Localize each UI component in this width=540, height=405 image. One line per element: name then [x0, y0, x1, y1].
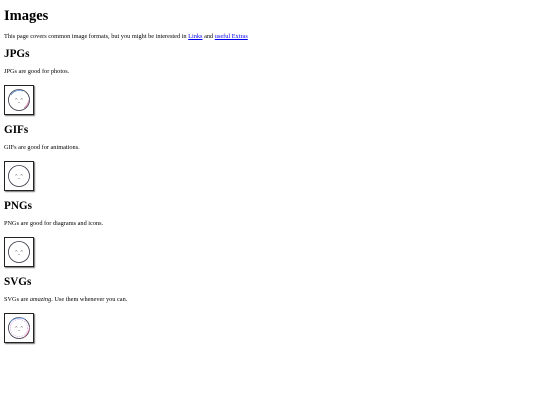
face-drawing-icon: ^_^ — [8, 89, 30, 111]
intro-conjunction: and — [202, 33, 215, 40]
svg-text:^_^: ^_^ — [15, 174, 24, 179]
section-svgs: SVGs SVGs are amazing. Use them whenever… — [4, 276, 127, 343]
section-heading: SVGs — [4, 276, 32, 288]
description-emphasis: amazing — [29, 296, 52, 303]
section-description: PNGs are good for diagrams and icons. — [4, 220, 104, 227]
face-drawing-icon: ^_^ — [8, 241, 30, 263]
svg-image[interactable]: ^_^ — [4, 313, 34, 343]
section-pngs: PNGs PNGs are good for diagrams and icon… — [4, 200, 104, 267]
svg-text:^_^: ^_^ — [15, 250, 24, 255]
intro-paragraph: This page covers common image formats, b… — [4, 32, 540, 41]
jpg-image[interactable]: ^_^ — [4, 85, 34, 115]
page: Images This page covers common image for… — [0, 0, 540, 405]
section-heading: GIFs — [4, 124, 29, 136]
links-link[interactable]: Links — [188, 33, 202, 40]
section-gifs: GIFs GIFs are good for animations. ^_^ — [4, 124, 80, 191]
face-drawing-icon: ^_^ — [8, 317, 30, 339]
svg-text:^_^: ^_^ — [15, 326, 24, 331]
png-image[interactable]: ^_^ — [4, 237, 34, 267]
section-description: SVGs are amazing. Use them whenever you … — [4, 295, 127, 304]
section-description: JPGs are good for photos. — [4, 68, 70, 75]
section-heading: PNGs — [4, 200, 32, 212]
svg-text:^_^: ^_^ — [15, 98, 24, 103]
page-title: Images — [4, 8, 49, 24]
description-text: . Use them whenever you can. — [51, 296, 128, 303]
gif-image[interactable]: ^_^ — [4, 161, 34, 191]
description-text: SVGs are — [4, 296, 30, 303]
face-drawing-icon: ^_^ — [8, 165, 30, 187]
section-description: GIFs are good for animations. — [4, 144, 80, 151]
section-jpgs: JPGs JPGs are good for photos. ^_^ — [4, 48, 70, 115]
intro-text: This page covers common image formats, b… — [4, 33, 189, 40]
section-heading: JPGs — [4, 48, 30, 60]
useful-extras-link[interactable]: useful Extras — [215, 33, 248, 40]
